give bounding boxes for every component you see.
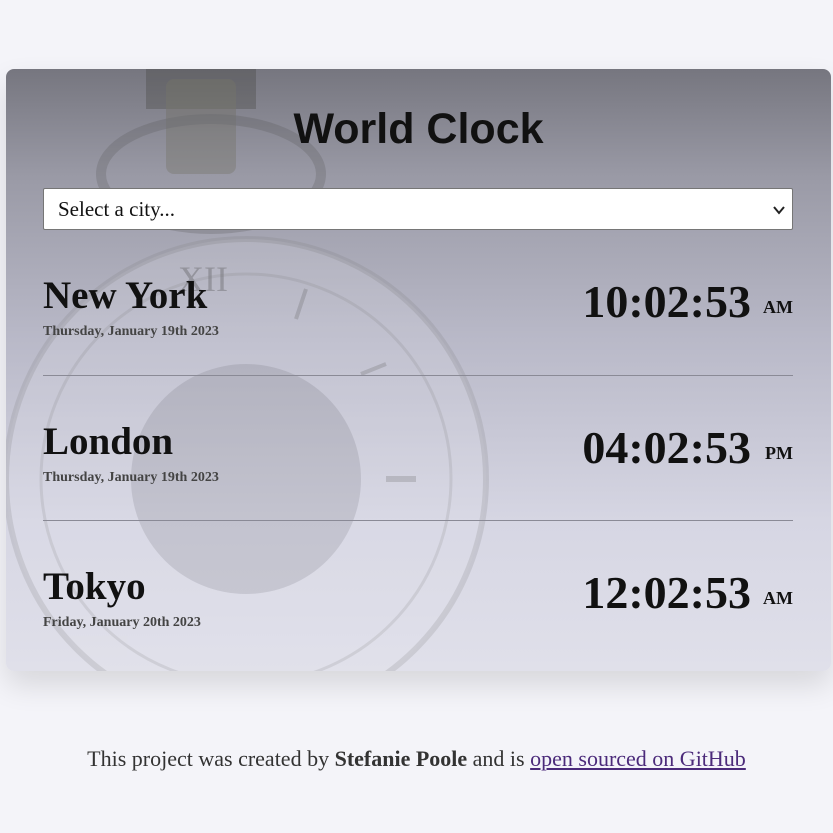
city-date: Thursday, January 19th 2023 <box>43 324 219 339</box>
world-clock-card: XII World Clock Select a city... New Yor… <box>6 69 831 671</box>
city-row-london: London Thursday, January 19th 2023 04:02… <box>43 422 793 568</box>
city-ampm: PM <box>765 443 793 463</box>
city-date: Friday, January 20th 2023 <box>43 615 201 630</box>
footer-prefix: This project was created by <box>87 746 330 771</box>
card-content: World Clock Select a city... New York Th… <box>6 69 831 671</box>
city-time: 12:02:53 <box>582 567 751 618</box>
city-name: London <box>43 420 174 463</box>
city-row-new-york: New York Thursday, January 19th 2023 10:… <box>43 276 793 422</box>
row-divider <box>43 375 793 376</box>
city-ampm: AM <box>763 588 793 608</box>
city-row-tokyo: Tokyo Friday, January 20th 2023 12:02:53… <box>43 567 793 671</box>
footer-author: Stefanie Poole <box>334 746 468 771</box>
footer: This project was created by Stefanie Poo… <box>0 746 833 772</box>
city-name: Tokyo <box>43 565 146 608</box>
chevron-down-icon <box>773 206 785 215</box>
city-select[interactable]: Select a city... <box>43 188 793 230</box>
github-link[interactable]: open sourced on GitHub <box>530 746 746 771</box>
footer-middle: and is <box>472 746 525 771</box>
city-time: 10:02:53 <box>582 276 751 327</box>
city-name: New York <box>43 274 208 317</box>
city-ampm: AM <box>763 297 793 317</box>
city-select-value: Select a city... <box>58 197 176 221</box>
row-divider <box>43 520 793 521</box>
city-time: 04:02:53 <box>582 422 751 473</box>
city-date: Thursday, January 19th 2023 <box>43 470 219 485</box>
page-title: World Clock <box>293 105 544 153</box>
